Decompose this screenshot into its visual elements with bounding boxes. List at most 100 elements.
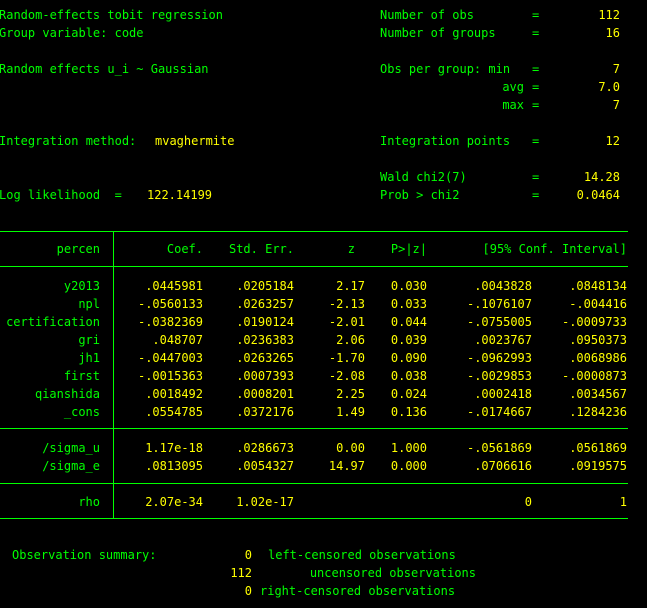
stderr-cell: .0205184 — [236, 279, 294, 293]
table-header-rule — [0, 266, 628, 267]
summary-description: right-censored observations — [260, 584, 456, 598]
stat-value: 7 — [612, 98, 620, 112]
stderr-cell: .0263257 — [236, 297, 294, 311]
stderr-cell: .0372176 — [236, 405, 294, 419]
z-cell: 2.17 — [336, 279, 365, 293]
coef-cell: .048707 — [152, 333, 203, 347]
coef-cell: -.0382369 — [137, 315, 203, 329]
coef-cell: 2.07e-34 — [145, 495, 203, 509]
ci-low-cell: -.0174667 — [466, 405, 532, 419]
row-label: y2013 — [63, 279, 100, 293]
z-cell: 0.00 — [336, 441, 365, 455]
integration-method-label: Integration method: — [0, 134, 137, 148]
log-likelihood-value: 122.14199 — [147, 188, 213, 202]
summary-description: left-censored observations — [268, 548, 456, 562]
ci-low-cell: -.0962993 — [466, 351, 532, 365]
ci-high-cell: 1 — [619, 495, 627, 509]
stat-label: Number of groups — [380, 26, 496, 40]
ci-low-cell: 0 — [524, 495, 532, 509]
row-label: /sigma_e — [42, 459, 100, 473]
integration-method-value: mvaghermite — [155, 134, 235, 148]
z-cell: 2.25 — [336, 387, 365, 401]
ci-low-cell: -.1076107 — [466, 297, 532, 311]
coef-cell: -.0560133 — [137, 297, 203, 311]
ci-high-cell: -.0000873 — [561, 369, 627, 383]
pvalue-cell: 0.044 — [390, 315, 427, 329]
table-section-rule — [0, 483, 628, 484]
coef-cell: .0018492 — [145, 387, 203, 401]
z-cell: -2.08 — [328, 369, 365, 383]
z-cell: 2.06 — [336, 333, 365, 347]
stat-value: 12 — [605, 134, 620, 148]
row-label: npl — [78, 297, 100, 311]
pvalue-cell: 0.024 — [390, 387, 427, 401]
table-column-divider — [113, 231, 114, 519]
summary-count: 112 — [230, 566, 252, 580]
stderr-cell: 1.02e-17 — [236, 495, 294, 509]
summary-description: uncensored observations — [309, 566, 476, 580]
stat-label: Wald chi2(7) — [380, 170, 467, 184]
ci-high-cell: .1284236 — [569, 405, 627, 419]
pvalue-cell: 0.090 — [390, 351, 427, 365]
column-header-confint: [95% Conf. Interval] — [482, 242, 628, 256]
stderr-cell: .0007393 — [236, 369, 294, 383]
ci-low-cell: -.0561869 — [466, 441, 532, 455]
coef-cell: -.0447003 — [137, 351, 203, 365]
row-label: certification — [6, 315, 100, 329]
table-bottom-rule — [0, 518, 628, 519]
group-variable: Group variable: code — [0, 26, 144, 40]
pvalue-cell: 0.136 — [390, 405, 427, 419]
ci-high-cell: .0848134 — [569, 279, 627, 293]
coef-cell: -.0015363 — [137, 369, 203, 383]
stat-value: 0.0464 — [576, 188, 620, 202]
z-cell: -2.01 — [328, 315, 365, 329]
stderr-cell: .0263265 — [236, 351, 294, 365]
pvalue-cell: 0.039 — [390, 333, 427, 347]
regression-title: Random-effects tobit regression — [0, 8, 223, 22]
column-header-pvalue: P>|z| — [390, 242, 427, 256]
table-section-rule — [0, 428, 628, 429]
row-label: /sigma_u — [42, 441, 100, 455]
random-effects-distribution: Random effects u_i ~ Gaussian — [0, 62, 209, 76]
stat-value: 112 — [598, 8, 620, 22]
ci-high-cell: .0561869 — [569, 441, 627, 455]
stat-label: Number of obs — [380, 8, 474, 22]
coef-cell: .0445981 — [145, 279, 203, 293]
stat-label: Prob > chi2 — [380, 188, 460, 202]
ci-low-cell: .0043828 — [474, 279, 532, 293]
stat-label: max — [502, 98, 524, 112]
stat-label: Integration points — [380, 134, 511, 148]
pvalue-cell: 0.038 — [390, 369, 427, 383]
ci-high-cell: .0068986 — [569, 351, 627, 365]
ci-high-cell: .0034567 — [569, 387, 627, 401]
ci-high-cell: .0919575 — [569, 459, 627, 473]
stat-value: 16 — [605, 26, 620, 40]
z-cell: -2.13 — [328, 297, 365, 311]
stat-value: 7 — [612, 62, 620, 76]
summary-count: 0 — [244, 584, 252, 598]
summary-count: 0 — [244, 548, 252, 562]
row-label: _cons — [63, 405, 100, 419]
stderr-cell: .0236383 — [236, 333, 294, 347]
column-header-coef: Coef. — [166, 242, 203, 256]
stat-label: avg — [502, 80, 524, 94]
column-header-z: z — [347, 242, 355, 256]
pvalue-cell: 0.033 — [390, 297, 427, 311]
row-label: first — [63, 369, 100, 383]
stat-value: 7.0 — [598, 80, 620, 94]
column-header-stderr: Std. Err. — [228, 242, 294, 256]
stderr-cell: .0008201 — [236, 387, 294, 401]
pvalue-cell: 0.000 — [390, 459, 427, 473]
row-label: gri — [78, 333, 100, 347]
ci-high-cell: -.0009733 — [561, 315, 627, 329]
ci-low-cell: .0002418 — [474, 387, 532, 401]
coef-cell: .0554785 — [145, 405, 203, 419]
ci-high-cell: .0950373 — [569, 333, 627, 347]
z-cell: -1.70 — [328, 351, 365, 365]
pvalue-cell: 0.030 — [390, 279, 427, 293]
stat-value: 14.28 — [583, 170, 620, 184]
ci-high-cell: -.004416 — [569, 297, 627, 311]
stderr-cell: .0286673 — [236, 441, 294, 455]
table-top-rule — [0, 231, 628, 232]
log-likelihood-label: Log likelihood = — [0, 188, 122, 202]
